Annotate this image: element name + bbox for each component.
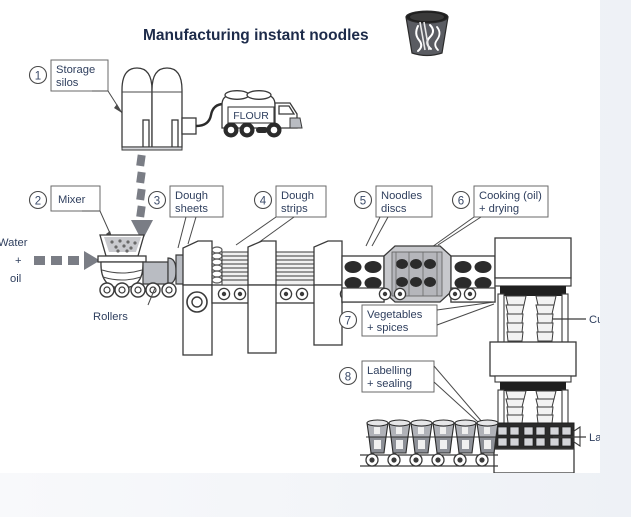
finished-cup — [388, 419, 411, 454]
step-5-label-line2: discs — [381, 203, 407, 215]
callout-step-7: 7 Vegetables + spices — [338, 301, 495, 337]
finished-cup — [432, 419, 455, 454]
step-5-label-line1: Noodles — [381, 190, 422, 202]
step-8-number: 8 — [345, 372, 351, 384]
callout-step-3: 3 Dough sheets — [147, 185, 224, 249]
step-7-number: 7 — [345, 316, 351, 328]
step-2-number: 2 — [35, 196, 41, 208]
step-4-label-line1: Dough — [281, 190, 314, 202]
manufacturing-diagram: Manufacturing instant noodles 1 Storage … — [0, 0, 600, 473]
finished-cup — [366, 419, 389, 454]
callout-step-5: 5 Noodles discs — [353, 185, 433, 247]
input-label-plus: + — [15, 255, 22, 267]
labelling-sealing-unit — [485, 422, 581, 450]
flour-truck: FLOUR — [221, 90, 303, 138]
step-3-label-line2: sheets — [175, 203, 208, 215]
finished-cup — [410, 419, 433, 454]
storage-silos — [121, 67, 225, 151]
cup-filling-tower — [485, 237, 581, 473]
step-6-label-line2: + drying — [479, 203, 519, 215]
input-label-oil: oil — [10, 273, 21, 285]
step-6-number: 6 — [458, 196, 464, 208]
callout-step-1: 1 Storage silos — [28, 59, 123, 114]
finished-cup — [476, 419, 499, 454]
step-3-number: 3 — [154, 196, 160, 208]
cups-annotation: Cups — [553, 314, 600, 326]
step-4-number: 4 — [260, 196, 267, 208]
finished-cup — [454, 419, 477, 454]
cup-stack-upper — [505, 295, 557, 342]
step-1-label-line2: silos — [56, 77, 79, 89]
callout-step-4: 4 Dough strips — [235, 185, 327, 246]
step-6-label-line1: Cooking (oil) — [479, 190, 542, 202]
noodle-discs-station — [341, 255, 385, 303]
labels-label: Labels — [589, 432, 600, 444]
cups-label: Cups — [589, 314, 600, 326]
step-8-label-line1: Labelling — [367, 365, 412, 377]
callout-step-2: 2 Mixer — [28, 185, 114, 241]
content-card: Manufacturing instant noodles 1 Storage … — [0, 0, 600, 473]
input-label-water: Water — [0, 237, 28, 249]
cup-stack-lower — [505, 390, 557, 424]
step-7-label-line1: Vegetables — [367, 309, 423, 321]
step-4-label-line2: strips — [281, 203, 308, 215]
step-8-label-line2: + sealing — [367, 378, 412, 390]
page-title: Manufacturing instant noodles — [143, 27, 369, 44]
noodle-cup-icon — [405, 10, 449, 57]
rollers-label: Rollers — [93, 311, 128, 323]
step-5-number: 5 — [360, 196, 366, 208]
water-oil-input: Water + oil — [0, 237, 100, 285]
screenshot-root: Manufacturing instant noodles 1 Storage … — [0, 0, 631, 517]
truck-flour-text: FLOUR — [233, 110, 269, 122]
step-2-label-line1: Mixer — [58, 194, 86, 206]
finished-cups-conveyor — [360, 419, 499, 467]
step-1-number: 1 — [35, 71, 41, 83]
step-3-label-line1: Dough — [175, 190, 208, 202]
step-7-label-line2: + spices — [367, 322, 409, 334]
step-1-label-line1: Storage — [56, 64, 95, 76]
